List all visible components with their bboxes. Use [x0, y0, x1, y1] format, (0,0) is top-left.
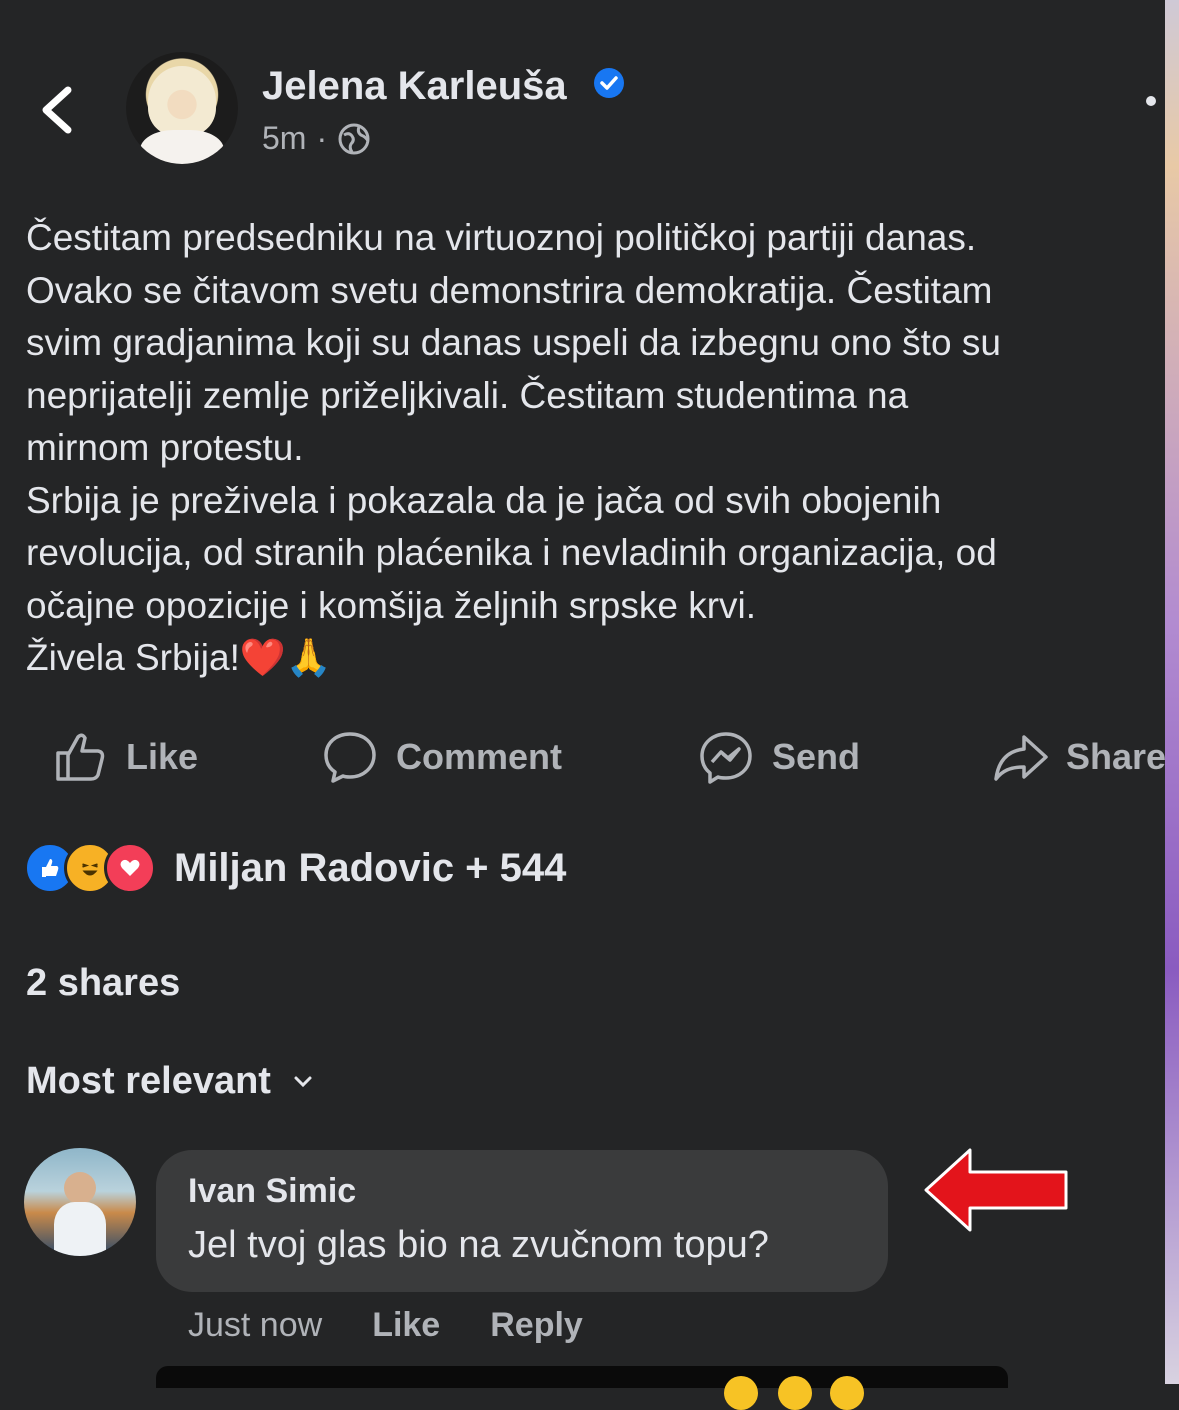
- post-time[interactable]: 5m: [262, 120, 306, 157]
- comment-text: Jel tvoj glas bio na zvučnom topu?: [188, 1224, 769, 1266]
- post-line: Srbija je preživela i pokazala da je jač…: [26, 479, 942, 521]
- comment-time[interactable]: Just now: [188, 1306, 322, 1345]
- comment-actions: Just now Like Reply: [188, 1306, 583, 1345]
- comment-like-button[interactable]: Like: [372, 1306, 440, 1345]
- messenger-icon: [700, 732, 752, 784]
- like-label: Like: [126, 736, 199, 777]
- meta-separator: ·: [316, 120, 328, 156]
- comment-bubble: Ivan Simic Jel tvoj glas bio na zvučnom …: [156, 1150, 888, 1292]
- send-button[interactable]: Send: [698, 722, 860, 792]
- emoji-peek-icon: [778, 1376, 812, 1410]
- share-arrow-icon: [994, 735, 1048, 781]
- avatar-shirt: [54, 1202, 106, 1256]
- commenter-name[interactable]: Ivan Simic: [188, 1172, 356, 1211]
- post-line: očajne opozicije i komšija željnih srpsk…: [26, 584, 757, 626]
- love-reaction-icon: [104, 842, 156, 894]
- post-header: Jelena Karleuša 5m ·: [0, 40, 1165, 180]
- avatar-body: [140, 130, 224, 164]
- shares-count[interactable]: 2 shares: [26, 962, 180, 1005]
- post-emoji: ❤️🙏: [239, 637, 332, 678]
- post-line: svim gradjanima koji su danas uspeli da …: [26, 322, 1001, 363]
- post-line: Ovako se čitavom svetu demonstrira demok…: [26, 269, 993, 311]
- sort-label: Most relevant: [26, 1060, 271, 1102]
- back-button[interactable]: [34, 80, 82, 140]
- post-line: revolucija, od stranih plaćenika i nevla…: [26, 532, 997, 573]
- comment-label: Comment: [396, 736, 563, 777]
- author-avatar[interactable]: [126, 52, 238, 164]
- comment-sort-dropdown[interactable]: Most relevant: [26, 1060, 313, 1103]
- background-edge: [1165, 0, 1179, 1384]
- post-line: Živela Srbija!: [26, 637, 240, 678]
- send-label: Send: [772, 736, 861, 777]
- comment-button[interactable]: Comment: [322, 722, 562, 792]
- post-line: mirnom protestu.: [26, 427, 304, 468]
- like-button[interactable]: Like: [52, 722, 198, 792]
- post-text: Čestitam predsedniku na virtuoznoj polit…: [26, 212, 1166, 685]
- comment-bubble-icon: [324, 732, 376, 783]
- post-line: Čestitam predsedniku na virtuoznoj polit…: [26, 217, 977, 258]
- post-actions: Like Comment Send Share: [0, 722, 1166, 792]
- bottom-bar: [156, 1366, 1008, 1388]
- avatar-head: [64, 1172, 96, 1204]
- emoji-peek-icon: [724, 1376, 758, 1410]
- share-button[interactable]: Share: [992, 722, 1166, 792]
- chevron-down-icon: [294, 1076, 312, 1087]
- post-meta: 5m ·: [262, 120, 371, 157]
- reactions-summary[interactable]: Miljan Radovic + 544: [24, 842, 566, 894]
- reactions-count: Miljan Radovic + 544: [174, 845, 567, 890]
- thumbs-up-icon: [56, 733, 105, 781]
- red-arrow-annotation-icon: [924, 1148, 1068, 1232]
- share-label: Share: [1066, 736, 1167, 777]
- avatar-hair: [148, 66, 216, 136]
- post-line: neprijatelji zemlje priželjkivali. Česti…: [26, 374, 909, 416]
- more-options-icon[interactable]: [1146, 96, 1156, 106]
- globe-icon: [338, 123, 370, 154]
- author-name[interactable]: Jelena Karleuša: [262, 64, 567, 109]
- chevron-left-icon: [42, 86, 72, 134]
- emoji-peek-icon: [830, 1376, 864, 1410]
- verified-badge-icon: [594, 68, 624, 98]
- commenter-avatar[interactable]: [24, 1148, 136, 1256]
- post-line-last: Živela Srbija!❤️🙏: [26, 632, 1166, 685]
- comment-reply-button[interactable]: Reply: [490, 1306, 583, 1345]
